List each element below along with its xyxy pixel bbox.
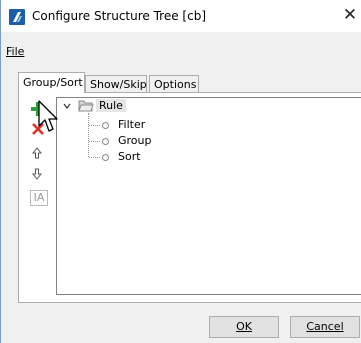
tree-node-filter[interactable]: Filter bbox=[118, 117, 145, 133]
node-circle-icon bbox=[102, 138, 109, 145]
title-bar: Configure Structure Tree [cb] ✕ bbox=[1, 0, 361, 32]
chevron-down-icon[interactable] bbox=[63, 102, 71, 110]
node-circle-icon bbox=[102, 122, 109, 129]
remove-icon[interactable] bbox=[31, 122, 45, 136]
move-down-icon[interactable] bbox=[32, 168, 42, 180]
close-icon[interactable]: ✕ bbox=[339, 3, 361, 27]
text-format-icon[interactable]: IA bbox=[30, 190, 48, 206]
node-circle-icon bbox=[102, 154, 109, 161]
ok-button-label: OK bbox=[236, 320, 252, 333]
cancel-button[interactable]: Cancel bbox=[290, 316, 360, 338]
tab-group-sort[interactable]: Group/Sort bbox=[18, 72, 85, 93]
tree-node-group[interactable]: Group bbox=[118, 133, 152, 149]
structure-tree[interactable]: Rule Filter Group Sort bbox=[56, 97, 361, 295]
cancel-button-label: Cancel bbox=[306, 320, 344, 333]
tree-node-root-label: Rule bbox=[96, 99, 126, 112]
app-icon bbox=[9, 9, 25, 25]
tab-show-skip[interactable]: Show/Skip bbox=[85, 75, 147, 92]
tree-node-root[interactable]: Rule bbox=[96, 98, 126, 114]
tree-connector bbox=[88, 113, 90, 157]
tab-options[interactable]: Options bbox=[149, 75, 199, 92]
tree-connector bbox=[89, 125, 100, 126]
move-up-icon[interactable] bbox=[32, 147, 42, 159]
configure-structure-tree-dialog: Configure Structure Tree [cb] ✕ File Gro… bbox=[0, 0, 361, 343]
ok-button[interactable]: OK bbox=[209, 316, 279, 338]
folder-open-icon bbox=[78, 100, 94, 112]
tree-connector bbox=[89, 141, 100, 142]
tree-node-sort[interactable]: Sort bbox=[118, 149, 141, 165]
add-icon[interactable] bbox=[31, 102, 45, 116]
menu-bar: File bbox=[1, 32, 361, 58]
menu-file[interactable]: File bbox=[6, 45, 24, 58]
tree-connector bbox=[89, 157, 100, 158]
window-title: Configure Structure Tree [cb] bbox=[32, 9, 207, 23]
